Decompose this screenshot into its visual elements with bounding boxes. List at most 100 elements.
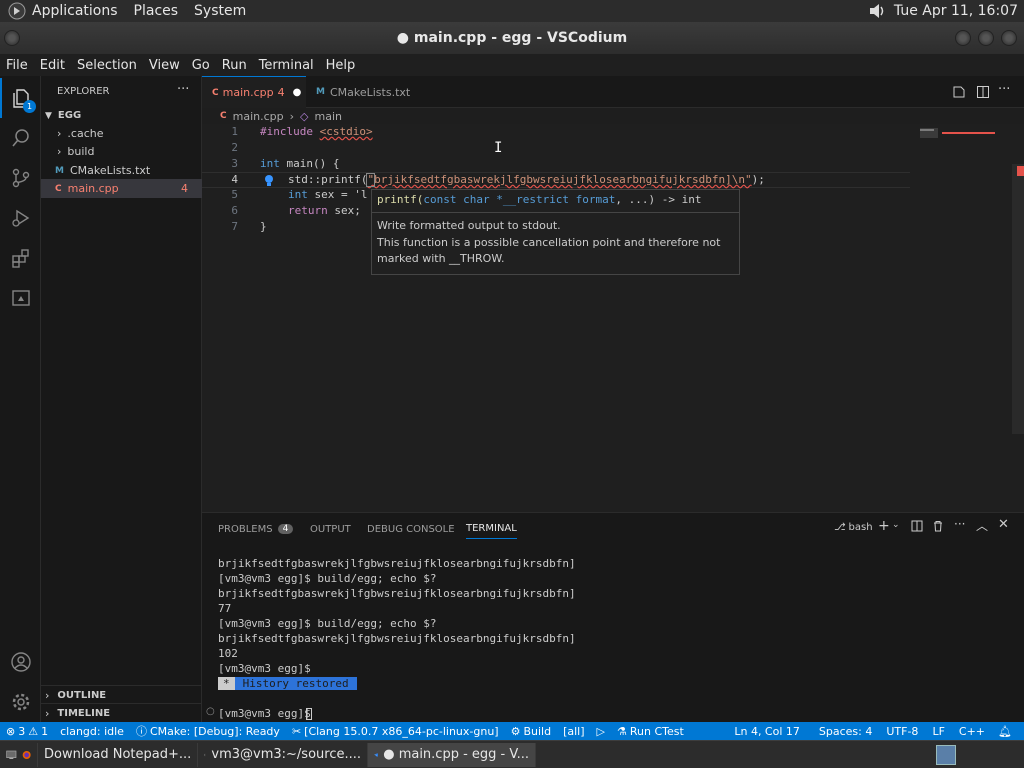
- search-activity[interactable]: [0, 118, 41, 158]
- menu-run[interactable]: Run: [216, 58, 253, 73]
- breadcrumb-file[interactable]: main.cpp: [233, 110, 284, 123]
- explorer-sidebar: EXPLORER ··· ▼ EGG › .cache › build M CM…: [41, 76, 202, 722]
- volume-icon[interactable]: [868, 2, 888, 20]
- terminal-line: 102: [218, 647, 238, 660]
- minimap-error-marker: [942, 132, 995, 134]
- clangd-status[interactable]: clangd: idle: [54, 725, 130, 738]
- terminal-shell-selector[interactable]: ⎇ bash: [834, 522, 873, 533]
- history-restored-banner: * History restored: [218, 676, 357, 691]
- source-control-activity[interactable]: [0, 158, 41, 198]
- terminal-line: brjikfsedtfgbaswrekjlfgbwsreiujfklosearb…: [218, 557, 576, 570]
- open-changes-icon[interactable]: [952, 85, 966, 99]
- run-debug-activity[interactable]: [0, 198, 41, 238]
- menu-view[interactable]: View: [143, 58, 186, 73]
- eol-status[interactable]: LF: [925, 725, 951, 738]
- build-target-selector[interactable]: [all]: [557, 725, 590, 738]
- tab-problems[interactable]: PROBLEMS 4: [218, 519, 294, 539]
- outline-section[interactable]: › OUTLINE: [41, 685, 202, 704]
- split-terminal-icon[interactable]: [911, 520, 923, 532]
- terminal-line: brjikfsedtfgbaswrekjlfgbwsreiujfklosearb…: [218, 632, 576, 645]
- task-terminal[interactable]: vm3@vm3:~/source....: [198, 742, 368, 767]
- new-terminal-icon[interactable]: +: [878, 518, 890, 534]
- show-desktop-button[interactable]: [0, 742, 38, 767]
- menu-terminal[interactable]: Terminal: [253, 58, 320, 73]
- tab-cmakelists[interactable]: M CMakeLists.txt: [306, 76, 414, 108]
- tab-label: CMakeLists.txt: [329, 85, 411, 99]
- kit-selector[interactable]: ✂ [Clang 15.0.7 x86_64-pc-linux-gnu]: [286, 725, 505, 738]
- lightbulb-icon[interactable]: [262, 173, 276, 187]
- tab-terminal[interactable]: TERMINAL: [466, 519, 517, 539]
- clock[interactable]: Tue Apr 11, 16:07: [894, 3, 1018, 19]
- remote-explorer-icon: [11, 290, 30, 306]
- warning-count: 1: [41, 724, 49, 738]
- type-keyword: int: [288, 188, 308, 201]
- tab-debug-console[interactable]: DEBUG CONSOLE: [367, 519, 455, 539]
- terminal-line: [vm3@vm3 egg]$ build/egg; echo $?: [218, 572, 437, 585]
- notifications-bell-icon[interactable]: 🔔︎: [992, 725, 1024, 738]
- applications-menu[interactable]: Applications: [0, 2, 126, 20]
- tab-main-cpp[interactable]: C main.cpp 4 ●: [202, 76, 306, 108]
- explorer-badge: 1: [23, 100, 36, 113]
- tree-item-cmakelists[interactable]: M CMakeLists.txt: [41, 161, 202, 180]
- minimize-button[interactable]: [955, 30, 971, 46]
- editor-scrollbar[interactable]: [1012, 164, 1024, 434]
- folder-egg[interactable]: ▼ EGG: [41, 106, 202, 125]
- sidebar-more-icon[interactable]: ···: [177, 82, 189, 97]
- build-button[interactable]: ⚙ Build: [505, 725, 558, 738]
- tab-output[interactable]: OUTPUT: [310, 519, 351, 539]
- tree-item-main-cpp[interactable]: C main.cpp 4: [41, 179, 202, 198]
- debug-run-button[interactable]: ▷: [591, 725, 611, 738]
- panel-more-icon[interactable]: ···: [954, 517, 965, 531]
- dirty-indicator-icon[interactable]: ●: [293, 87, 302, 98]
- split-editor-icon[interactable]: [976, 85, 990, 99]
- cursor-position[interactable]: Ln 4, Col 17: [722, 725, 812, 738]
- code-editor[interactable]: 1 2 3 4 5 6 7 #include <cstdio> int main…: [202, 124, 1024, 512]
- indentation-status[interactable]: Spaces: 4: [812, 725, 879, 738]
- language-mode[interactable]: C++: [952, 725, 992, 738]
- chevron-down-icon: ▼: [45, 110, 52, 121]
- workspace-switcher[interactable]: [936, 744, 956, 765]
- window-menu-button[interactable]: [4, 30, 20, 46]
- run-ctest-button[interactable]: ⚗ Run CTest: [611, 725, 690, 738]
- system-menu[interactable]: System: [186, 3, 254, 19]
- maximize-button[interactable]: [978, 30, 994, 46]
- places-menu[interactable]: Places: [126, 3, 187, 19]
- menu-go[interactable]: Go: [186, 58, 216, 73]
- remote-explorer-activity[interactable]: [0, 278, 41, 318]
- timeline-section[interactable]: › TIMELINE: [41, 703, 202, 722]
- chevron-down-icon[interactable]: ⌄: [892, 520, 900, 530]
- task-vscodium[interactable]: ● main.cpp - egg - V...: [368, 742, 536, 767]
- task-label: vm3@vm3:~/source....: [211, 747, 361, 762]
- cmake-file-icon: M: [316, 87, 325, 97]
- close-panel-icon[interactable]: ✕: [998, 517, 1009, 532]
- editor-more-icon[interactable]: ···: [998, 82, 1010, 97]
- chevron-right-icon: ›: [57, 127, 62, 140]
- encoding-status[interactable]: UTF-8: [879, 725, 925, 738]
- explorer-activity[interactable]: 1: [0, 78, 41, 118]
- window-title-bar[interactable]: ● main.cpp - egg - VSCodium: [0, 22, 1024, 54]
- extensions-activity[interactable]: [0, 238, 41, 278]
- printf-close: );: [751, 173, 765, 186]
- manage-activity[interactable]: [0, 682, 41, 722]
- line-number: 3: [231, 157, 238, 170]
- breadcrumb-symbol[interactable]: main: [314, 110, 341, 123]
- hover-tooltip: printf(const char *__restrict format, ..…: [371, 189, 740, 275]
- menu-edit[interactable]: Edit: [34, 58, 71, 73]
- tree-item-cache[interactable]: › .cache: [41, 124, 202, 143]
- close-window-button[interactable]: [1001, 30, 1017, 46]
- flask-icon: ⚗: [617, 724, 627, 738]
- terminal-line: brjikfsedtfgbaswrekjlfgbwsreiujfklosearb…: [218, 587, 576, 600]
- maximize-panel-icon[interactable]: ︿: [976, 517, 988, 534]
- code-line-1: #include <cstdio>: [260, 124, 373, 140]
- accounts-activity[interactable]: [0, 642, 41, 682]
- menu-selection[interactable]: Selection: [71, 58, 143, 73]
- minimap-line: [920, 129, 934, 131]
- cmake-status[interactable]: ⓘ CMake: [Debug]: Ready: [130, 723, 286, 739]
- task-firefox[interactable]: Download Notepad+...: [38, 742, 198, 767]
- terminal-prompt[interactable]: [vm3@vm3 egg]$: [218, 706, 311, 721]
- menu-help[interactable]: Help: [320, 58, 362, 73]
- trash-icon[interactable]: [932, 520, 944, 532]
- tree-item-build[interactable]: › build: [41, 142, 202, 161]
- problems-status[interactable]: ⊗ 3 ⚠ 1: [0, 725, 54, 738]
- menu-file[interactable]: File: [0, 58, 34, 73]
